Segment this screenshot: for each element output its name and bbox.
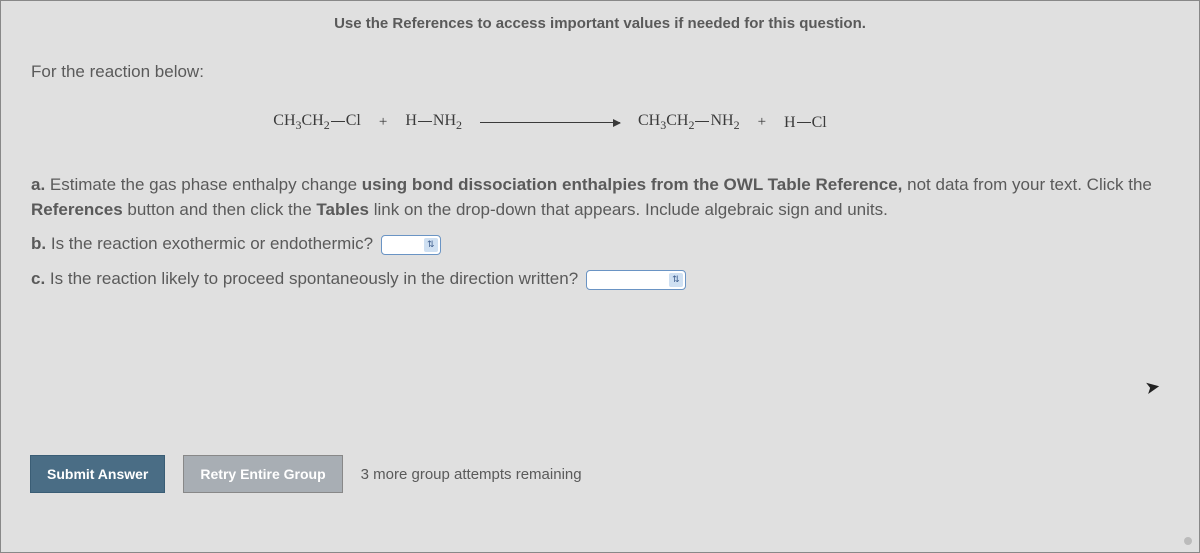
references-hint: Use the References to access important v… [1,1,1199,62]
part-a-label: a. [31,175,50,194]
part-a: a. Estimate the gas phase enthalpy chang… [31,173,1169,222]
plus-2: + [758,114,766,131]
reaction-arrow [480,122,620,123]
part-b-label: b. [31,234,51,253]
product-1: CH3CH2NH2 [638,112,740,133]
reactant-1: CH3CH2Cl [273,112,361,133]
part-b-select[interactable]: ⇅ [381,235,441,255]
product-2: HCl [784,114,827,132]
question-container: Use the References to access important v… [0,0,1200,553]
part-c-label: c. [31,269,50,288]
retry-group-button[interactable]: Retry Entire Group [183,455,342,493]
reaction-equation: CH3CH2Cl + HNH2 CH3CH2NH2 + HCl [31,112,1169,133]
part-c: c. Is the reaction likely to proceed spo… [31,267,1169,292]
submit-answer-button[interactable]: Submit Answer [30,455,165,493]
resize-handle-icon [1184,537,1192,545]
cursor-icon: ➤ [1143,376,1162,399]
content-area: For the reaction below: CH3CH2Cl + HNH2 … [1,62,1199,292]
attempts-remaining: 3 more group attempts remaining [361,466,582,483]
chevron-updown-icon: ⇅ [424,238,438,252]
part-b: b. Is the reaction exothermic or endothe… [31,232,1169,257]
footer-actions: Submit Answer Retry Entire Group 3 more … [30,455,582,493]
intro-text: For the reaction below: [31,62,1169,82]
chevron-updown-icon: ⇅ [669,273,683,287]
part-c-select[interactable]: ⇅ [586,270,686,290]
plus-1: + [379,114,387,131]
reactant-2: HNH2 [405,112,462,133]
